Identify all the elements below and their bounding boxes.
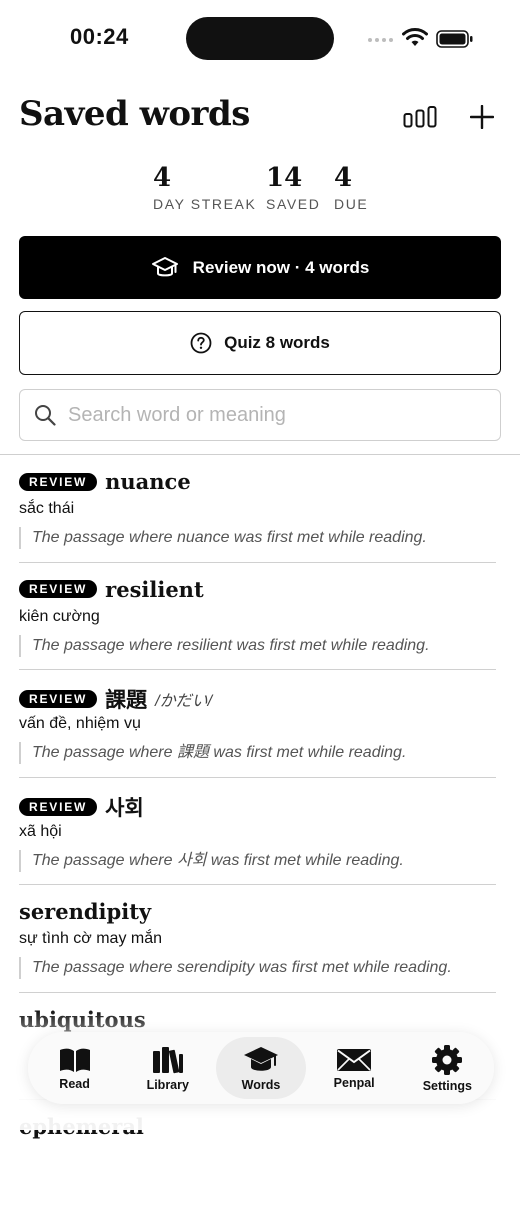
tab-label: Read <box>59 1076 90 1091</box>
word-header: REVIEW 사회 <box>19 792 144 822</box>
dynamic-island <box>186 17 334 60</box>
tab-bar: Read Library Words Penpal Settings <box>28 1032 494 1104</box>
review-badge: REVIEW <box>19 580 98 598</box>
word-term: resilient <box>105 576 204 602</box>
quiz-button[interactable]: Quiz 8 words <box>19 311 501 375</box>
stat-label: DUE <box>334 196 369 212</box>
search-bar[interactable] <box>19 389 501 441</box>
graduation-cap-icon <box>243 1046 278 1071</box>
word-meaning: vấn đề, nhiệm vụ <box>19 715 141 732</box>
page-title: Saved words <box>19 94 250 134</box>
list-item[interactable]: serendipity sự tình cờ may mắn The passa… <box>19 885 496 993</box>
battery-icon <box>436 30 473 48</box>
review-badge: REVIEW <box>19 472 98 491</box>
word-meaning: sắc thái <box>19 500 75 517</box>
tab-penpal[interactable]: Penpal <box>309 1037 399 1099</box>
stat-label: DAY STREAK <box>153 196 257 212</box>
stats-button[interactable] <box>402 100 438 134</box>
word-passage: The passage where 課題 was first met while… <box>19 742 406 764</box>
tab-library[interactable]: Library <box>123 1037 213 1099</box>
add-word-button[interactable] <box>466 100 498 134</box>
word-header: REVIEW 課題 /かだい/ <box>19 684 212 714</box>
tab-label: Words <box>241 1077 281 1092</box>
review-now-label: Review now · 4 words <box>192 257 370 277</box>
status-bar: 00:24 <box>0 0 520 80</box>
plus-icon <box>470 105 494 129</box>
stat-day-streak: 4 DAY STREAK <box>153 162 256 212</box>
stat-value: 4 <box>153 163 172 193</box>
question-circle-icon <box>190 332 212 354</box>
status-time: 00:24 <box>70 24 129 49</box>
list-item[interactable]: REVIEW 사회 xã hội The passage where 사회 wa… <box>19 778 496 885</box>
word-reading: /かだい/ <box>155 693 213 710</box>
book-icon <box>59 1048 90 1072</box>
stat-saved: 14 SAVED <box>266 162 320 212</box>
stat-due: 4 DUE <box>334 162 368 212</box>
word-term: nuance <box>105 469 191 494</box>
bar-chart-icon <box>403 106 437 128</box>
review-now-button[interactable]: Review now · 4 words <box>19 236 501 299</box>
review-badge: REVIEW <box>19 690 98 708</box>
search-icon <box>34 404 56 426</box>
library-icon <box>152 1046 183 1073</box>
word-header: serendipity <box>19 899 151 924</box>
tab-read[interactable]: Read <box>30 1037 120 1099</box>
stat-value: 14 <box>266 163 303 193</box>
graduation-cap-icon <box>151 256 178 276</box>
review-badge: REVIEW <box>19 797 98 816</box>
word-meaning: xã hội <box>19 822 62 840</box>
word-passage: The passage where 사회 was first met while… <box>19 849 404 872</box>
list-item[interactable]: REVIEW 課題 /かだい/ vấn đề, nhiệm vụ The pas… <box>19 670 496 778</box>
word-header: REVIEW resilient <box>19 577 204 602</box>
list-item[interactable]: REVIEW nuance sắc thái The passage where… <box>19 455 496 563</box>
tab-label: Penpal <box>333 1075 375 1090</box>
gear-icon <box>432 1044 463 1075</box>
word-term: 課題 <box>105 687 148 712</box>
search-input[interactable] <box>66 402 490 428</box>
tab-label: Settings <box>422 1078 472 1093</box>
stat-label: SAVED <box>266 196 321 212</box>
word-passage: The passage where resilient was first me… <box>19 634 430 657</box>
word-meaning: kiên cường <box>19 607 100 625</box>
cellular-signal-icon <box>368 38 393 42</box>
tab-label: Library <box>146 1077 189 1092</box>
word-term: serendipity <box>19 899 152 924</box>
word-passage: The passage where nuance was first met w… <box>19 527 427 549</box>
word-meaning: sự tình cờ may mắn <box>19 930 163 947</box>
word-passage: The passage where serendipity was first … <box>19 957 452 979</box>
wifi-icon <box>402 28 428 46</box>
quiz-label: Quiz 8 words <box>224 333 330 352</box>
word-term: 사회 <box>105 794 144 820</box>
envelope-icon <box>337 1048 372 1071</box>
stat-value: 4 <box>334 163 353 193</box>
tab-words[interactable]: Words <box>215 1037 306 1099</box>
tab-settings[interactable]: Settings <box>402 1037 492 1099</box>
list-item[interactable]: REVIEW resilient kiên cường The passage … <box>19 563 496 670</box>
word-header: REVIEW nuance <box>19 469 191 494</box>
